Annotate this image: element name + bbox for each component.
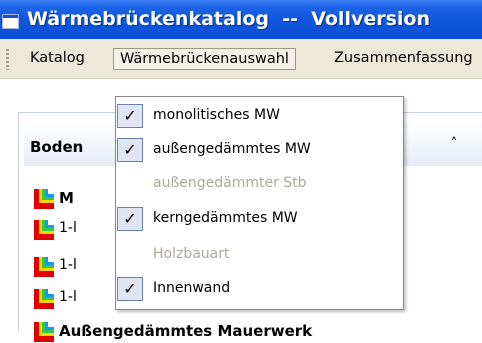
window-title: Wärmebrückenkatalog -- Vollversion: [27, 8, 430, 30]
title-bar[interactable]: Wärmebrückenkatalog -- Vollversion: [0, 0, 482, 39]
app-window-icon: [2, 14, 19, 29]
list-item-label: 1-l: [59, 289, 77, 305]
menu-item-label: kerngedämmtes MW: [153, 210, 298, 226]
list-item-label: 1-l: [59, 257, 77, 273]
menu-zusammenfassung[interactable]: Zusammenfassung: [328, 48, 479, 70]
thermal-bridge-icon: [33, 288, 55, 310]
menu-waermebrueckenauswahl[interactable]: Wärmebrückenauswahl: [113, 48, 296, 70]
menu-bar: Katalog Wärmebrückenauswahl Zusammenfass…: [0, 39, 482, 79]
group-title: Boden: [30, 138, 84, 156]
thermal-bridge-icon: [33, 321, 55, 343]
menu-item-innenwand[interactable]: ✓ Innenwand: [116, 273, 403, 305]
menu-item-aussengedaemmtes-mw[interactable]: ✓ außengedämmtes MW: [116, 134, 403, 166]
menu-item-aussengedaemmter-stb: außengedämmter Stb: [116, 168, 403, 200]
thermal-bridge-icon: [33, 188, 55, 210]
chevrons-up-icon[interactable]: ˄: [444, 134, 464, 154]
checkmark-icon: ✓: [117, 138, 143, 162]
menu-item-monolitisches-mw[interactable]: ✓ monolitisches MW: [116, 100, 403, 132]
thermal-bridge-icon: [33, 256, 55, 278]
toolbar-grip[interactable]: [6, 49, 9, 70]
list-item-label: Außengedämmtes Mauerwerk: [59, 322, 313, 340]
menu-item-holzbauart: Holzbauart: [116, 239, 403, 271]
checkmark-icon: ✓: [117, 207, 143, 231]
list-item-label: 1-l: [59, 220, 77, 236]
menu-item-label: außengedämmtes MW: [153, 141, 311, 157]
menu-katalog[interactable]: Katalog: [24, 48, 91, 70]
menu-item-label: außengedämmter Stb: [153, 175, 307, 191]
menu-item-label: Holzbauart: [153, 246, 230, 262]
thermal-bridge-icon: [33, 219, 55, 241]
menu-item-kerngedaemmtes-mw[interactable]: ✓ kerngedämmtes MW: [116, 203, 403, 235]
menu-item-label: Innenwand: [153, 280, 231, 296]
menu-item-label: monolitisches MW: [153, 107, 280, 123]
waermebrueckenauswahl-dropdown: ✓ monolitisches MW ✓ außengedämmtes MW a…: [115, 96, 404, 310]
checkmark-icon: ✓: [117, 104, 143, 128]
checkmark-icon: ✓: [117, 277, 143, 301]
list-item-label: M: [59, 189, 74, 207]
